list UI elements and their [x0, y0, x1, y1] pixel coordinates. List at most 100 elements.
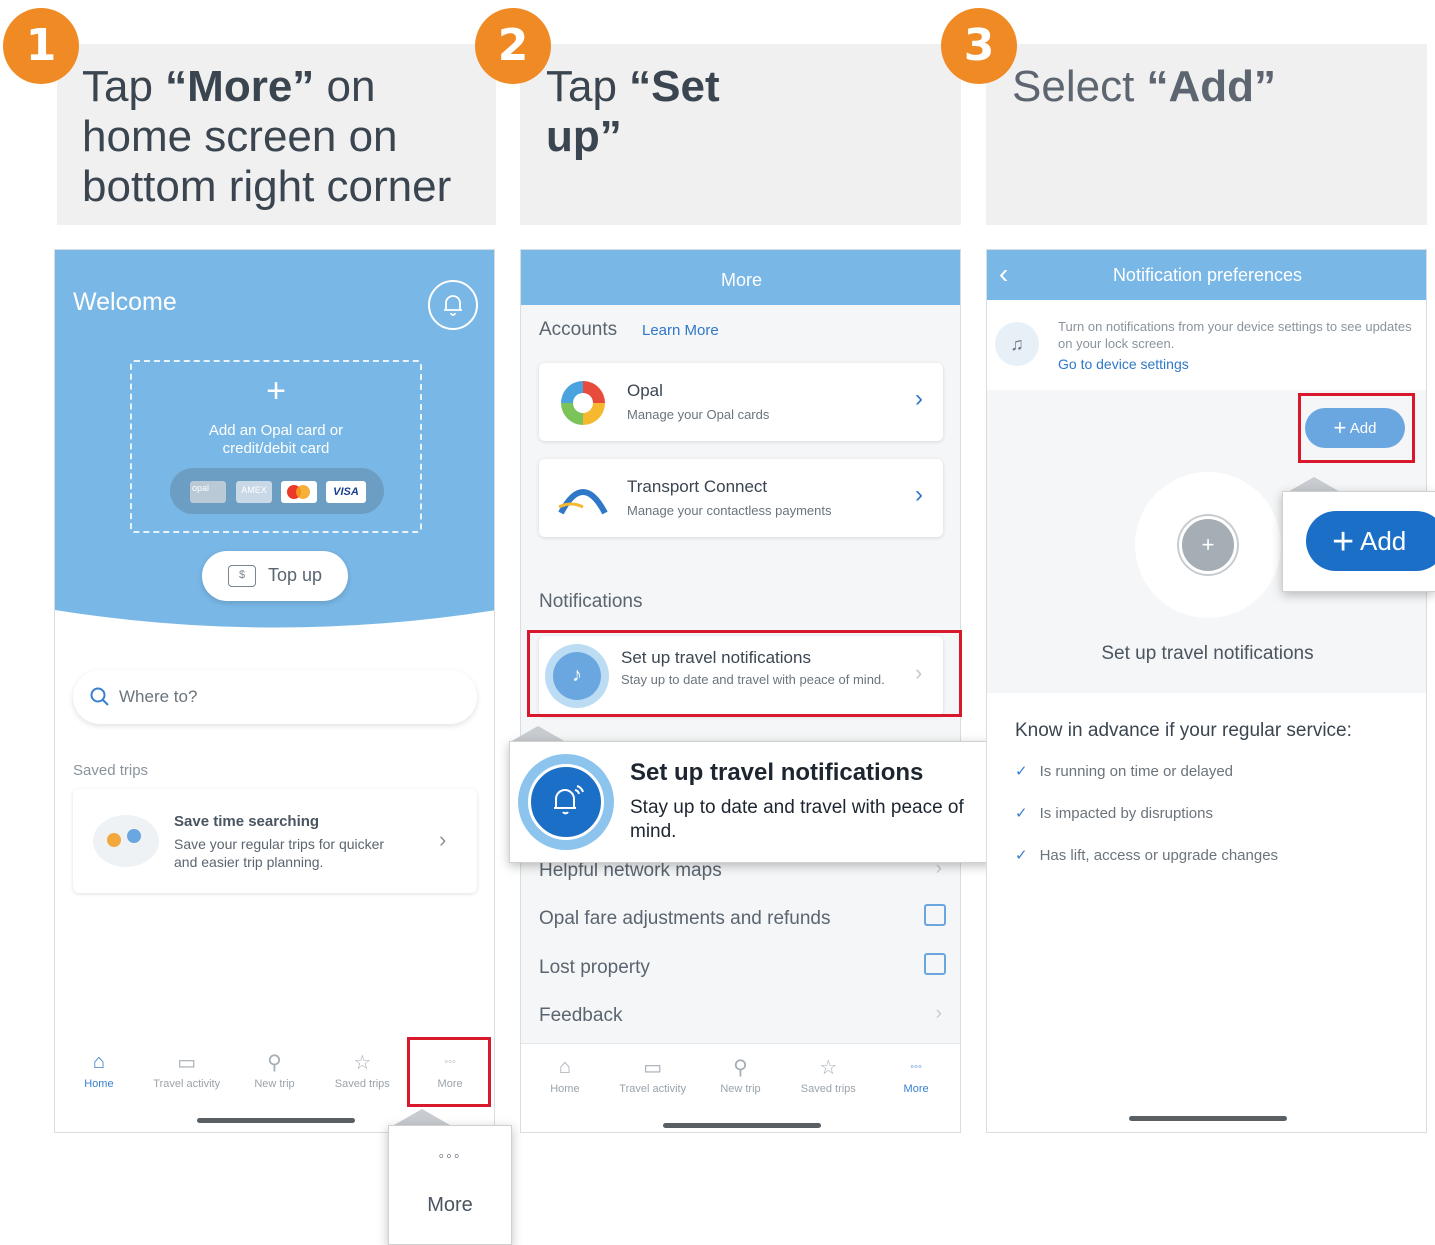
- home-indicator: [663, 1123, 821, 1128]
- check-icon: ✓: [1015, 847, 1028, 864]
- accounts-heading: Accounts: [539, 319, 618, 340]
- lost-property-label: Lost property: [539, 957, 650, 978]
- banner-text: Turn on notifications from your device s…: [1058, 319, 1412, 351]
- tab-saved-trips-label: Saved trips: [334, 1078, 390, 1090]
- more-header-title: More: [720, 270, 762, 290]
- tab-travel-activity-label: Travel activity: [619, 1083, 687, 1095]
- saved-trips-label: Saved trips: [73, 762, 149, 779]
- step3-pre: Select: [1012, 62, 1147, 111]
- setup-row-highlight: [527, 630, 962, 717]
- feedback-row[interactable]: Feedback ›: [539, 1003, 946, 1027]
- add-card-text: Add an Opal card or credit/debit card: [208, 422, 344, 457]
- welcome-title: Welcome: [73, 288, 177, 316]
- home-icon: ⌂: [92, 1050, 105, 1073]
- external-link-icon: [924, 904, 946, 926]
- external-link-icon: [924, 953, 946, 975]
- setup-notifications-callout: Set up travel notifications Stay up to d…: [509, 741, 992, 863]
- screen1-home: Welcome + Add an Opal card or credit/deb…: [54, 249, 495, 1133]
- tab-saved-trips[interactable]: ☆ Saved trips: [322, 1050, 402, 1091]
- check-item-3: ✓ Has lift, access or upgrade changes: [1015, 846, 1278, 864]
- tab-more[interactable]: ◦◦◦ More: [876, 1055, 956, 1095]
- helpful-network-maps-row[interactable]: Helpful network maps ›: [539, 858, 946, 882]
- map-pin-icon: ⚲: [267, 1051, 282, 1074]
- wallet-icon: $: [228, 565, 256, 587]
- tab-travel-activity-label: Travel activity: [153, 1078, 221, 1090]
- tab-home[interactable]: ⌂ Home: [59, 1050, 139, 1091]
- tab-new-trip-label: New trip: [720, 1083, 761, 1095]
- more-callout-label: More: [427, 1194, 473, 1216]
- device-settings-banner: ♫ Turn on notifications from your device…: [987, 300, 1426, 390]
- lost-property-row[interactable]: Lost property: [539, 953, 946, 979]
- check-item-2-label: Is impacted by disruptions: [1039, 805, 1213, 822]
- tab-home-label: Home: [550, 1083, 580, 1095]
- learn-more-link[interactable]: Learn More: [642, 322, 719, 339]
- step1-number: 1: [3, 8, 79, 84]
- go-to-device-settings-link[interactable]: Go to device settings: [1058, 356, 1189, 372]
- tab-home-label: Home: [84, 1078, 114, 1090]
- mastercard-logo: [281, 481, 317, 503]
- step3-bold: “Add”: [1146, 62, 1277, 111]
- more-dots-icon: ◦◦◦: [910, 1061, 922, 1073]
- plus-icon: +: [266, 372, 286, 410]
- card-logos-pill: opal AMEX VISA: [170, 468, 384, 514]
- tab-home[interactable]: ⌂ Home: [525, 1055, 605, 1096]
- transport-connect-desc: Manage your contactless payments: [627, 503, 832, 518]
- check-icon: ✓: [1015, 763, 1028, 780]
- add-button-callout: + Add: [1282, 491, 1435, 592]
- map-pins-icon: [93, 815, 159, 867]
- fare-adjustments-row[interactable]: Opal fare adjustments and refunds: [539, 904, 946, 930]
- save-trips-card[interactable]: Save time searching Save your regular tr…: [73, 789, 477, 893]
- opal-card-logo: opal: [190, 481, 226, 503]
- transport-connect-title: Transport Connect: [627, 477, 768, 496]
- home-indicator: [197, 1118, 355, 1123]
- step1-bold: “More”: [165, 62, 315, 111]
- tab-travel-activity[interactable]: ▭ Travel activity: [147, 1050, 227, 1091]
- add-button-highlight: [1298, 393, 1415, 463]
- opal-logo: [561, 381, 605, 425]
- feedback-label: Feedback: [539, 1005, 623, 1026]
- tab-more-label: More: [903, 1083, 929, 1095]
- more-dots-icon: ◦◦◦: [438, 1148, 462, 1165]
- step1-pre: Tap: [82, 62, 166, 111]
- bell-plus-icon: +: [1179, 516, 1237, 574]
- screen3-notification-preferences: ‹ Notification preferences ♫ Turn on not…: [986, 249, 1427, 1133]
- amex-logo: AMEX: [236, 481, 272, 503]
- add-card-box[interactable]: + Add an Opal card or credit/debit card …: [130, 360, 422, 533]
- more-tab-highlight: [407, 1037, 491, 1107]
- chevron-right-icon: ›: [935, 1003, 942, 1024]
- empty-state-circle: +: [1135, 472, 1281, 618]
- opal-desc: Manage your Opal cards: [627, 407, 770, 422]
- check-item-3-label: Has lift, access or upgrade changes: [1039, 847, 1279, 864]
- search-input[interactable]: Where to?: [73, 670, 477, 724]
- check-item-1: ✓ Is running on time or delayed: [1015, 762, 1233, 780]
- callout-add-label: Add: [1360, 526, 1407, 556]
- more-header: More: [521, 250, 960, 305]
- screen2-tab-bar: ⌂ Home ▭ Travel activity ⚲ New trip ☆ Saved …: [521, 1055, 960, 1096]
- notification-bell-icon: [518, 754, 614, 850]
- callout-setup-title: Set up travel notifications: [630, 759, 924, 786]
- tab-saved-trips[interactable]: ☆ Saved trips: [788, 1055, 868, 1096]
- callout-pointer: [394, 1109, 450, 1125]
- know-in-advance-title: Know in advance if your regular service:: [1015, 720, 1352, 741]
- star-icon: ☆: [353, 1051, 372, 1074]
- tab-new-trip[interactable]: ⚲ New trip: [700, 1055, 780, 1096]
- more-tab-callout: ◦◦◦ More: [388, 1125, 512, 1245]
- transport-connect-row[interactable]: Transport Connect Manage your contactles…: [539, 459, 943, 537]
- home-indicator: [1129, 1116, 1287, 1121]
- opal-card-icon: ▭: [177, 1051, 197, 1074]
- setup-travel-notifications-label: Set up travel notifications: [1101, 643, 1314, 664]
- bell-button[interactable]: [428, 280, 478, 330]
- tab-travel-activity[interactable]: ▭ Travel activity: [613, 1055, 693, 1096]
- opal-account-row[interactable]: Opal Manage your Opal cards ›: [539, 363, 943, 441]
- save-trips-desc: Save your regular trips for quicker and …: [174, 836, 385, 870]
- search-placeholder: Where to?: [119, 687, 198, 706]
- top-up-label: Top up: [268, 565, 323, 585]
- step2-pre: Tap: [546, 62, 630, 111]
- save-trips-title: Save time searching: [174, 813, 320, 830]
- star-icon: ☆: [819, 1056, 838, 1079]
- top-up-button[interactable]: $ Top up: [202, 551, 348, 601]
- bell-icon: [444, 295, 462, 316]
- helpful-network-maps-label: Helpful network maps: [539, 860, 722, 881]
- fare-adjustments-label: Opal fare adjustments and refunds: [539, 908, 831, 929]
- tab-new-trip[interactable]: ⚲ New trip: [234, 1050, 314, 1091]
